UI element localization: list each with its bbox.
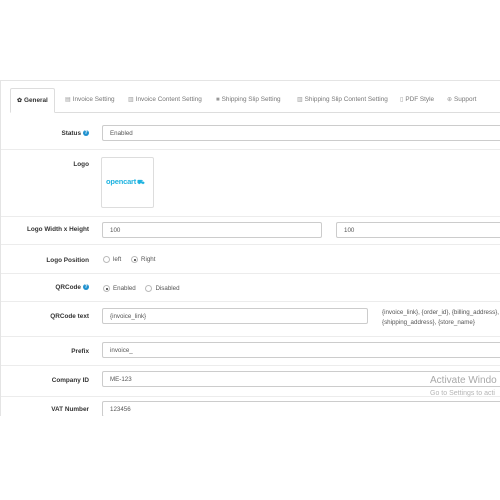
logo-size-row: Logo Width x Height 100 100 bbox=[1, 216, 500, 245]
logo-height-input[interactable]: 100 bbox=[336, 222, 500, 238]
cart-icon: ⛟ bbox=[137, 180, 145, 186]
qrcode-text-row: QRCode text {invoice_link} {invoice_link… bbox=[1, 301, 500, 337]
help-icon[interactable]: ? bbox=[83, 130, 89, 137]
status-row: Status? Enabled bbox=[1, 118, 500, 150]
logo-label: Logo bbox=[73, 161, 89, 168]
file-icon: ▤ bbox=[65, 97, 71, 103]
prefix-label: Prefix bbox=[71, 348, 89, 355]
vat-number-input[interactable]: 123456 bbox=[102, 401, 500, 416]
gear-icon: ✿ bbox=[17, 98, 23, 104]
help-icon[interactable]: ? bbox=[83, 284, 89, 291]
logo-position-left-radio[interactable] bbox=[103, 256, 110, 263]
prefix-input[interactable]: invoice_ bbox=[102, 342, 500, 358]
logo-width-input[interactable]: 100 bbox=[102, 222, 322, 238]
activate-windows-title: Activate Windo bbox=[430, 375, 497, 386]
qrcode-label: QRCode? bbox=[55, 284, 89, 291]
settings-panel: ✿ General ▤ Invoice Setting ▥ Invoice Conte… bbox=[0, 80, 500, 416]
lifebuoy-icon: ⊕ bbox=[447, 97, 453, 103]
tab-shipping-slip-content-setting[interactable]: ▥ Shipping Slip Content Setting bbox=[291, 88, 394, 111]
opencart-logo: opencart⛟ bbox=[106, 177, 145, 186]
qrcode-text-input[interactable]: {invoice_link} bbox=[102, 308, 368, 324]
pdf-icon: ▯ bbox=[400, 97, 404, 103]
vat-number-label: VAT Number bbox=[51, 406, 89, 413]
tab-pdf-style[interactable]: ▯ PDF Style bbox=[394, 88, 440, 111]
prefix-row: Prefix invoice_ bbox=[1, 336, 500, 366]
tab-invoice-setting[interactable]: ▤ Invoice Setting bbox=[59, 88, 121, 111]
content-icon: ▥ bbox=[128, 97, 134, 103]
tab-shipping-slip-setting[interactable]: ■ Shipping Slip Setting bbox=[210, 88, 287, 111]
qrcode-disabled-radio[interactable] bbox=[145, 285, 153, 292]
content-icon: ▥ bbox=[297, 97, 303, 103]
logo-size-label: Logo Width x Height bbox=[26, 226, 89, 233]
logo-position-row: Logo Position left Right bbox=[1, 244, 500, 274]
qrcode-text-label: QRCode text bbox=[50, 313, 89, 320]
tab-general[interactable]: ✿ General bbox=[10, 88, 55, 113]
qrcode-placeholder-hint: {invoice_link}, {order_id}, {billing_add… bbox=[382, 309, 499, 326]
logo-position-right-radio[interactable] bbox=[131, 256, 138, 263]
logo-thumbnail[interactable]: opencart⛟ bbox=[101, 157, 154, 208]
qrcode-row: QRCode? Enabled Disabled bbox=[1, 273, 500, 302]
vat-number-row: VAT Number 123456 bbox=[1, 396, 500, 416]
logo-row: Logo opencart⛟ bbox=[1, 149, 500, 217]
truck-icon: ■ bbox=[216, 97, 220, 103]
qrcode-enabled-radio[interactable] bbox=[103, 285, 110, 292]
logo-position-options: left Right bbox=[103, 256, 163, 263]
tab-support[interactable]: ⊕ Support bbox=[441, 88, 482, 111]
company-id-row: Company ID ME-123 bbox=[1, 365, 500, 397]
logo-position-label: Logo Position bbox=[46, 257, 89, 264]
status-label: Status? bbox=[61, 130, 89, 137]
qrcode-options: Enabled Disabled bbox=[103, 285, 188, 292]
activate-windows-subtitle: Go to Settings to acti bbox=[430, 390, 495, 397]
tab-invoice-content-setting[interactable]: ▥ Invoice Content Setting bbox=[122, 88, 208, 111]
tab-bar: ✿ General ▤ Invoice Setting ▥ Invoice Conte… bbox=[10, 88, 500, 113]
status-select[interactable]: Enabled bbox=[102, 125, 500, 141]
company-id-label: Company ID bbox=[51, 377, 89, 384]
